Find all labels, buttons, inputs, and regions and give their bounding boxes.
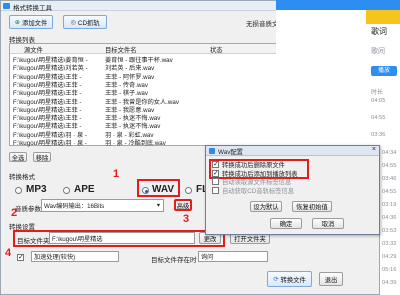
dialog-option-checkbox[interactable]	[212, 178, 219, 185]
format-label: 转换格式	[9, 174, 35, 181]
annotation-1: 1	[113, 168, 120, 180]
song-duration: 03:53	[382, 228, 397, 234]
dialog-title: Wav配置	[218, 149, 243, 156]
quality-value: Wav编码输出：16Bits	[44, 203, 105, 210]
ok-button[interactable]: 确定	[270, 218, 302, 229]
row-source: F:\kugou\明星精选\羽 · 泉 -	[13, 140, 87, 147]
song-duration: 04:34	[382, 150, 397, 156]
cd-icon: ◎	[70, 18, 76, 26]
duration-header: 时长	[371, 90, 384, 96]
quality-select[interactable]: Wav编码输出：16Bits ▾	[41, 199, 164, 212]
remove-button[interactable]: 移除	[33, 152, 51, 162]
dialog-title-bar: Wav配置 ×	[206, 146, 379, 156]
annotation-3: 3	[183, 213, 190, 225]
format-wav-label: WAV	[152, 184, 175, 195]
dialog-option-checkbox[interactable]	[212, 186, 219, 194]
exit-button[interactable]: 退出	[319, 272, 343, 286]
speed-select[interactable]: 加速处理(较快)	[31, 251, 119, 262]
lyrics-tab[interactable]: 歌词	[371, 26, 387, 37]
play-all-button[interactable]: 播放	[371, 66, 397, 76]
wav-config-dialog: Wav配置 × 转换成功后删除原文件转换成功后添加到播放列表自动读取源文件标签信…	[205, 145, 380, 235]
comments-tab[interactable]: 歌间	[371, 46, 385, 56]
song-duration: 04:55	[382, 163, 397, 169]
target-exists-label: 目标文件存在时	[151, 257, 197, 264]
app-icon	[3, 3, 10, 9]
target-exists-select[interactable]: 询问	[198, 251, 268, 262]
format-mp3-label: MP3	[26, 184, 47, 195]
annotation-2: 2	[11, 207, 18, 219]
song-duration: 03:46	[382, 176, 397, 182]
dialog-icon	[209, 148, 215, 154]
promo-badge	[366, 10, 400, 24]
close-icon[interactable]: ×	[372, 146, 376, 153]
chevron-down-icon: ▾	[156, 202, 160, 209]
song-duration: 04:55	[382, 189, 397, 195]
select-all-button[interactable]: 全选	[9, 152, 27, 162]
song-duration: 04:29	[382, 254, 397, 260]
window-title: 格式转换工具	[13, 5, 52, 12]
target-folder-label: 目标文件夹	[17, 238, 50, 245]
target-folder-input[interactable]: F:\kugou\明星精选	[49, 232, 195, 244]
annotation-4: 4	[5, 247, 12, 259]
format-radio-wav[interactable]	[142, 187, 149, 194]
dialog-option-label: 自动获取CD音轨标签信息	[222, 187, 295, 195]
song-duration: 04:36	[382, 215, 397, 221]
advanced-button[interactable]: 高级	[174, 199, 192, 211]
set-default-button[interactable]: 设为默认	[250, 201, 282, 212]
header-source: 源文件	[24, 47, 43, 54]
music-panel-topbar	[276, 0, 400, 10]
format-radio-flac[interactable]	[185, 187, 192, 194]
song-duration: 04:05	[371, 98, 386, 104]
cd-grab-button[interactable]: ◎ CD抓轨	[63, 15, 107, 29]
song-duration: 03:32	[382, 241, 397, 247]
cancel-button[interactable]: 取消	[312, 218, 344, 229]
convert-button[interactable]: ⟳ 转换文件	[267, 271, 312, 287]
speed-checkbox[interactable]	[17, 253, 24, 261]
header-status: 状态	[210, 47, 223, 54]
dialog-option-checkbox[interactable]	[212, 160, 219, 168]
song-duration: 03:19	[382, 202, 397, 208]
add-file-button[interactable]: ⊕ 添加文件	[9, 15, 53, 29]
music-panel: 歌词 歌间 播放 时长 04:05 04:55 03:36	[276, 0, 400, 145]
restore-default-button[interactable]: 恢复初始值	[292, 201, 332, 212]
dialog-option-checkbox[interactable]	[212, 169, 219, 177]
row-target: 羽 · 泉 - 冷酷到底.wav	[105, 140, 166, 147]
song-duration: 04:39	[382, 280, 397, 286]
format-ape-label: APE	[74, 184, 95, 195]
quality-label: 音质参数	[15, 206, 41, 213]
add-icon: ⊕	[14, 18, 21, 26]
song-duration: 04:55	[371, 115, 386, 121]
convert-icon: ⟳	[273, 275, 279, 283]
format-radio-ape[interactable]	[63, 187, 70, 194]
song-duration: 05:16	[382, 267, 397, 273]
song-duration: 03:36	[371, 132, 386, 138]
format-radio-mp3[interactable]	[15, 187, 22, 194]
header-target: 目标文件名	[105, 47, 137, 54]
